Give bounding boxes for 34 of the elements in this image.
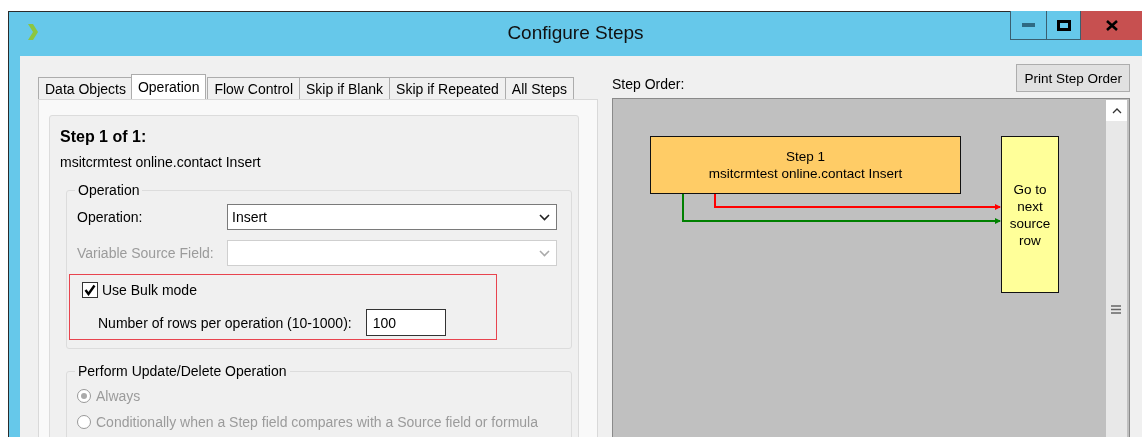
scroll-grip-icon (1111, 305, 1121, 314)
caret-icon (539, 249, 550, 257)
close-icon (1105, 20, 1118, 31)
tab[interactable]: Skip if Blank (299, 77, 391, 99)
window-title: Configure Steps (507, 22, 644, 44)
field-label: Operation: (77, 209, 144, 225)
step-order-label: Step Order: (612, 76, 685, 92)
scroll-up-icon[interactable] (1106, 100, 1127, 121)
field-label: Variable Source Field: (77, 245, 215, 261)
tab[interactable]: Skip if Repeated (389, 77, 506, 99)
operation-dropdown[interactable]: Insert (227, 204, 557, 230)
field-label: Number of rows per operation (10-1000): (98, 314, 352, 331)
maximize-icon (1056, 19, 1071, 31)
maximize-button[interactable] (1047, 11, 1081, 40)
tab[interactable]: Data Objects (38, 77, 133, 99)
caret-icon (539, 213, 550, 221)
close-button[interactable] (1081, 11, 1142, 40)
group-title: Perform Update/Delete Operation (77, 363, 288, 379)
rows-input[interactable]: 100 (365, 309, 446, 336)
print-step-order-button[interactable]: Print Step Order (1016, 64, 1130, 92)
minimize-button[interactable] (1010, 11, 1047, 40)
tab[interactable]: Operation (130, 74, 207, 99)
group-title: Operation (77, 182, 141, 198)
chevron-logo-icon (27, 23, 39, 41)
tab[interactable]: Flow Control (207, 77, 300, 99)
minimize-icon (1022, 23, 1035, 27)
step-name: msitcrmtest online.contact Insert (60, 154, 262, 170)
go-to-next-node[interactable]: Go to next source row (1001, 136, 1059, 293)
step-node[interactable]: Step 1 msitcrmtest online.contact Insert (650, 136, 961, 194)
scrollbar[interactable] (1106, 100, 1127, 437)
step-heading: Step 1 of 1: (60, 128, 148, 146)
bulk-mode-checkbox[interactable]: Use Bulk mode (82, 279, 496, 301)
tab[interactable]: All Steps (504, 77, 575, 99)
checkbox-icon[interactable] (82, 282, 98, 298)
